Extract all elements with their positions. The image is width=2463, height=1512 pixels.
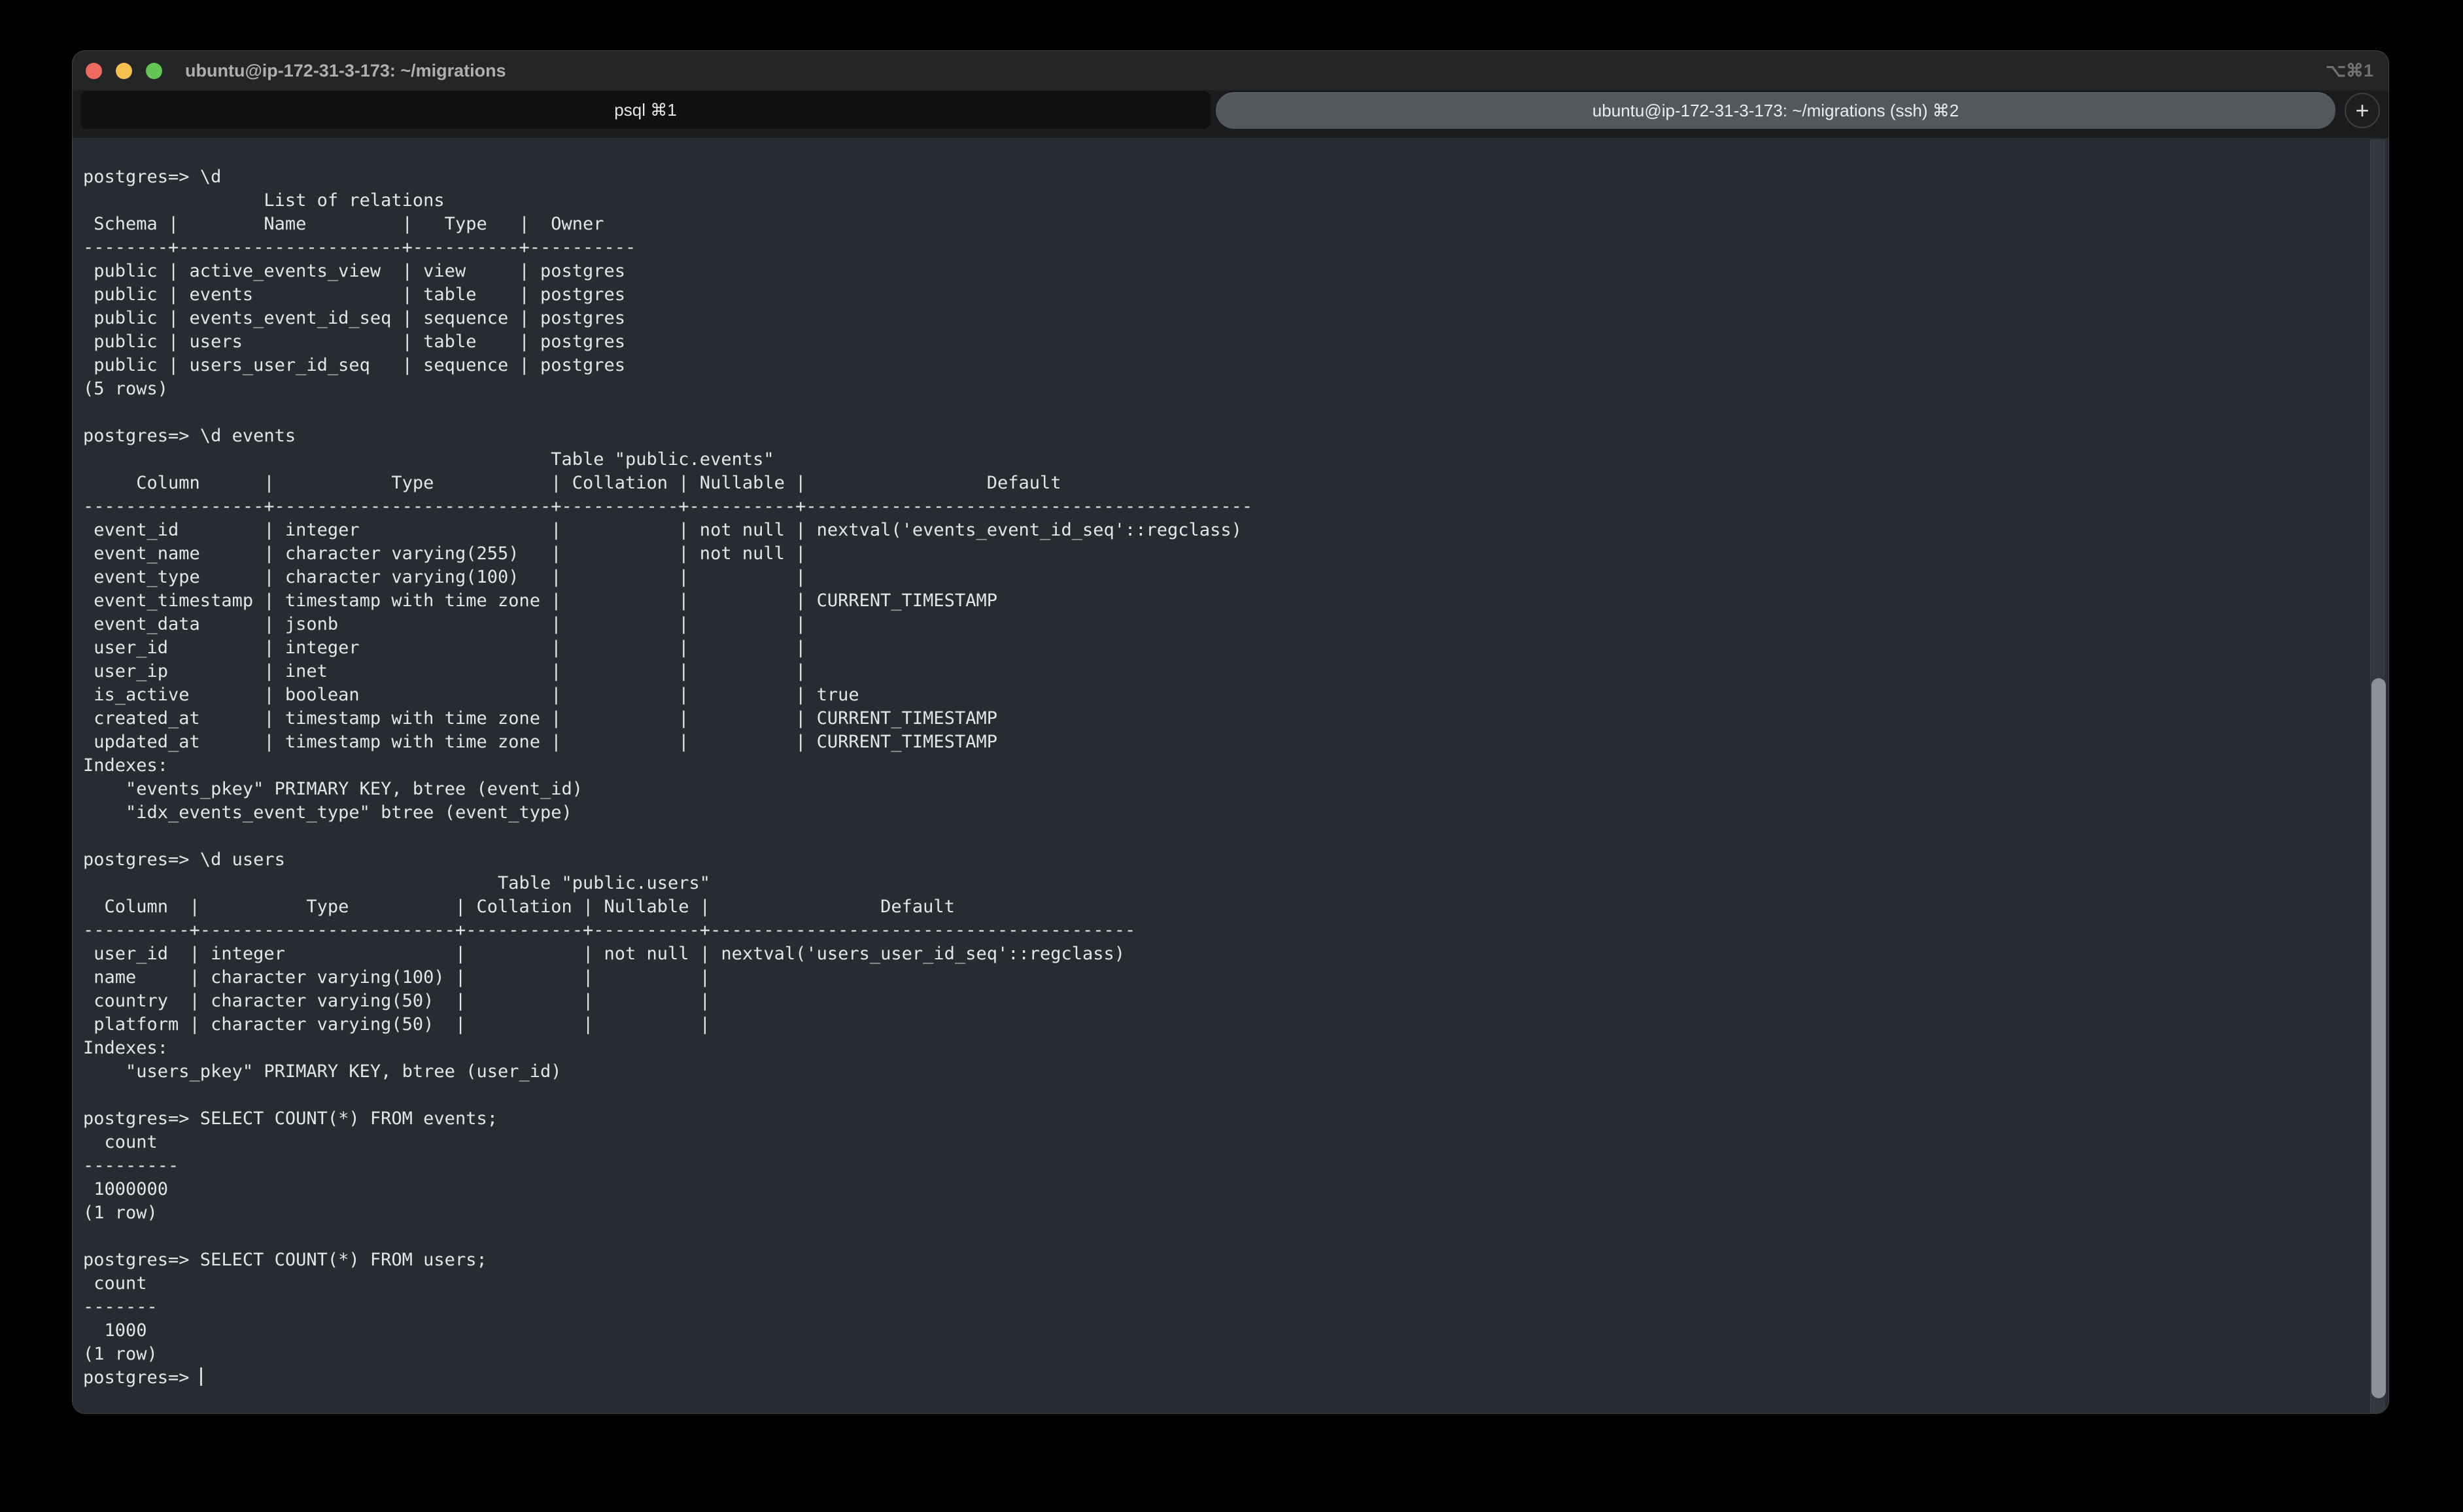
- prompt-line: postgres=>: [83, 1366, 2388, 1390]
- desktop: ubuntu@ip-172-31-3-173: ~/migrations ⌥⌘1…: [0, 0, 2463, 1512]
- window-controls: [86, 51, 162, 90]
- close-button[interactable]: [86, 63, 102, 79]
- minimize-button[interactable]: [116, 63, 132, 79]
- terminal-output: postgres=> \d List of relations Schema |…: [83, 165, 2388, 1366]
- text-cursor: [200, 1367, 202, 1386]
- zoom-button[interactable]: [146, 63, 162, 79]
- scrollbar-thumb[interactable]: [2371, 678, 2386, 1398]
- tab-psql-label: psql ⌘1: [614, 100, 676, 120]
- tab-bar: psql ⌘1 ubuntu@ip-172-31-3-173: ~/migrat…: [73, 90, 2388, 138]
- window-shortcut-hint: ⌥⌘1: [2326, 51, 2373, 90]
- window-title: ubuntu@ip-172-31-3-173: ~/migrations: [185, 61, 506, 81]
- terminal-screen[interactable]: postgres=> \d List of relations Schema |…: [73, 138, 2388, 1413]
- titlebar[interactable]: ubuntu@ip-172-31-3-173: ~/migrations ⌥⌘1: [73, 51, 2388, 90]
- tab-psql[interactable]: psql ⌘1: [80, 91, 1211, 129]
- tab-ssh-label: ubuntu@ip-172-31-3-173: ~/migrations (ss…: [1593, 101, 1959, 121]
- new-tab-button[interactable]: +: [2345, 93, 2380, 128]
- prompt-text: postgres=>: [83, 1367, 200, 1388]
- terminal-window: ubuntu@ip-172-31-3-173: ~/migrations ⌥⌘1…: [72, 50, 2389, 1414]
- tab-ssh[interactable]: ubuntu@ip-172-31-3-173: ~/migrations (ss…: [1216, 92, 2335, 129]
